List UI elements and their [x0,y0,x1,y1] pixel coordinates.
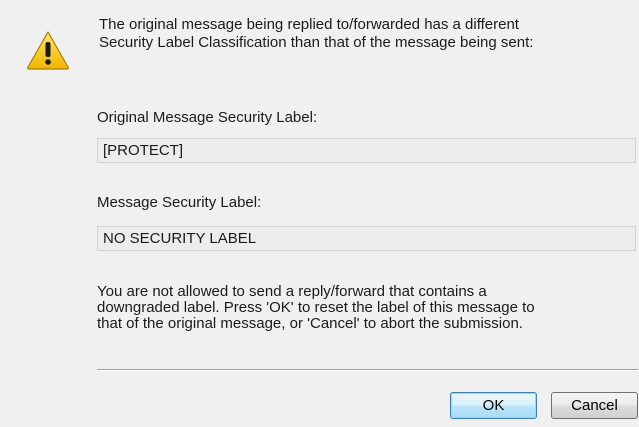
security-label-dialog: The original message being replied to/fo… [0,0,639,427]
message-label-caption: Message Security Label: [97,194,262,211]
body-message-line: downgraded label. Press 'OK' to reset th… [97,299,535,316]
body-message: You are not allowed to send a reply/forw… [97,284,632,332]
warning-icon [26,30,70,70]
ok-button[interactable]: OK [450,392,537,419]
cancel-button[interactable]: Cancel [551,392,638,419]
original-label-field: [PROTECT] [97,138,636,163]
header-message-line: The original message being replied to/fo… [99,16,519,33]
divider [97,369,638,371]
body-message-line: You are not allowed to send a reply/forw… [97,283,487,300]
header-message: The original message being replied to/fo… [99,16,629,52]
body-message-line: that of the original message, or 'Cancel… [97,315,523,332]
header-message-line: Security Label Classification than that … [99,34,534,51]
message-label-field: NO SECURITY LABEL [97,226,636,251]
original-label-caption: Original Message Security Label: [97,109,318,126]
